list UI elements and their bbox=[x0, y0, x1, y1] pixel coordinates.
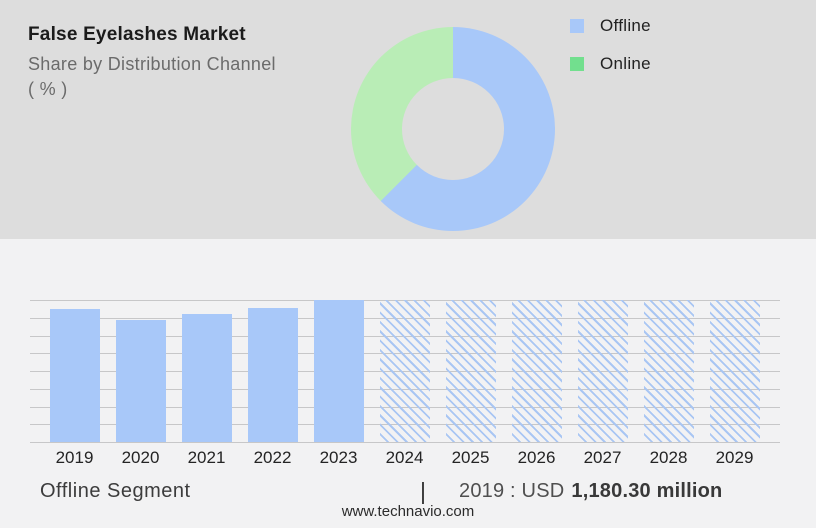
footer-separator: | bbox=[420, 478, 426, 504]
bar-2027 bbox=[577, 300, 628, 442]
legend: Offline Online bbox=[570, 12, 651, 88]
year-label-2026: 2026 bbox=[517, 448, 556, 467]
annotation-prefix: 2019 : USD bbox=[459, 480, 565, 502]
donut-hole bbox=[402, 78, 504, 180]
bar-2029 bbox=[709, 300, 760, 442]
year-label-2022: 2022 bbox=[253, 448, 292, 467]
offline-swatch-icon bbox=[570, 19, 584, 33]
year-label-2029: 2029 bbox=[715, 448, 754, 467]
header: False Eyelashes Market Share by Distribu… bbox=[28, 24, 276, 102]
bar-section: 2019 2020 2021 2022 2023 2024 2025 2026 2027 2028… bbox=[0, 239, 816, 528]
legend-item-online: Online bbox=[570, 50, 651, 78]
legend-label-online: Online bbox=[600, 54, 651, 73]
market-report-infographic: False Eyelashes Market Share by Distribu… bbox=[0, 0, 816, 528]
bar-2020 bbox=[115, 320, 166, 442]
online-swatch-icon bbox=[570, 57, 584, 71]
bar-2024 bbox=[379, 300, 430, 442]
bar-2021 bbox=[181, 314, 232, 442]
annotation-value: 1,180.30 million bbox=[571, 480, 723, 502]
website-url: www.technavio.com bbox=[341, 503, 475, 520]
gridline bbox=[30, 442, 780, 443]
page-title: False Eyelashes Market bbox=[28, 24, 246, 45]
donut-chart bbox=[351, 27, 555, 231]
year-label-2027: 2027 bbox=[583, 448, 622, 467]
chart-subtitle-line2: ( % ) bbox=[28, 79, 68, 99]
year-label-2025: 2025 bbox=[451, 448, 490, 467]
year-label-2019: 2019 bbox=[55, 448, 94, 467]
bar-2022 bbox=[247, 307, 298, 442]
bar-2019 bbox=[49, 308, 100, 442]
market-value-annotation: 2019 : USD 1,180.30 million bbox=[459, 480, 722, 503]
segment-label: Offline Segment bbox=[40, 480, 191, 502]
bar-2026 bbox=[511, 300, 562, 442]
legend-label-offline: Offline bbox=[600, 16, 651, 35]
year-label-2028: 2028 bbox=[649, 448, 688, 467]
legend-item-offline: Offline bbox=[570, 12, 651, 40]
pie-section: False Eyelashes Market Share by Distribu… bbox=[0, 0, 816, 239]
year-label-2021: 2021 bbox=[187, 448, 226, 467]
bar-2023 bbox=[313, 300, 364, 442]
year-label-2020: 2020 bbox=[121, 448, 160, 467]
bar-2028 bbox=[643, 300, 694, 442]
bar-2025 bbox=[445, 300, 496, 442]
chart-subtitle-line1: Share by Distribution Channel bbox=[28, 54, 276, 74]
year-label-2024: 2024 bbox=[385, 448, 424, 467]
year-label-2023: 2023 bbox=[319, 448, 358, 467]
